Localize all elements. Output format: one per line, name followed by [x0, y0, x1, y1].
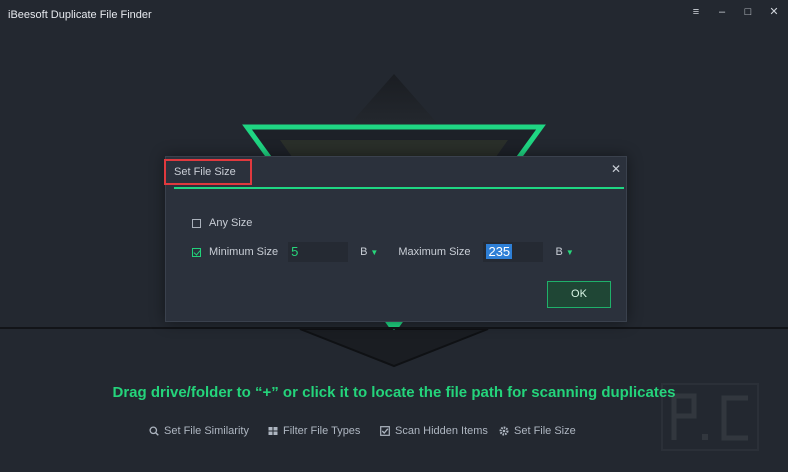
filter-file-types-button[interactable]: Filter File Types — [268, 425, 360, 437]
max-unit-select[interactable]: B ▼ — [555, 246, 573, 258]
max-unit-value: B — [555, 246, 563, 258]
divider — [0, 327, 788, 329]
size-range-row: Minimum Size 5 B ▼ Maximum Size 235 B ▼ — [192, 242, 574, 262]
any-size-label: Any Size — [209, 217, 253, 229]
min-size-input[interactable]: 5 — [288, 242, 349, 262]
set-file-size-label: Set File Size — [514, 425, 576, 437]
menu-icon[interactable]: ≡ — [690, 5, 702, 19]
min-size-label: Minimum Size — [209, 246, 279, 258]
dialog-title: Set File Size — [164, 159, 252, 185]
dialog-header-line — [174, 187, 624, 189]
max-size-value: 235 — [486, 244, 513, 259]
similarity-icon — [149, 426, 159, 436]
checkbox-icon — [380, 426, 390, 436]
gear-icon — [499, 426, 509, 436]
grid-icon — [268, 426, 278, 436]
dialog-header: Set File Size ✕ — [164, 157, 626, 189]
scan-hidden-items-label: Scan Hidden Items — [395, 425, 488, 437]
any-size-checkbox[interactable] — [192, 218, 201, 228]
min-size-value: 5 — [291, 244, 299, 259]
window-controls: ≡ – □ ✕ — [690, 5, 780, 19]
watermark-logo — [661, 383, 759, 451]
filter-file-types-label: Filter File Types — [283, 425, 361, 437]
close-icon[interactable]: ✕ — [768, 5, 780, 19]
scan-hidden-items-button[interactable]: Scan Hidden Items — [380, 425, 488, 437]
minimize-icon[interactable]: – — [716, 5, 728, 19]
max-size-input[interactable]: 235 — [483, 242, 544, 262]
min-unit-select[interactable]: B ▼ — [360, 246, 378, 258]
ok-button[interactable]: OK — [547, 281, 611, 308]
max-size-label: Maximum Size — [398, 246, 471, 258]
any-size-option[interactable]: Any Size — [192, 216, 252, 230]
set-file-similarity-label: Set File Similarity — [164, 425, 249, 437]
chevron-down-icon: ▼ — [565, 247, 574, 257]
set-file-size-button[interactable]: Set File Size — [499, 425, 576, 437]
app-window: iBeesoft Duplicate File Finder ≡ – □ ✕ S… — [0, 0, 788, 472]
min-unit-value: B — [360, 246, 368, 258]
maximize-icon[interactable]: □ — [742, 5, 754, 19]
dialog-close-icon[interactable]: ✕ — [611, 162, 621, 176]
title-bar: iBeesoft Duplicate File Finder ≡ – □ ✕ — [0, 0, 788, 30]
set-file-size-dialog: Set File Size ✕ Any Size Minimum Size 5 … — [164, 156, 627, 322]
min-size-checkbox[interactable] — [192, 247, 201, 257]
app-title: iBeesoft Duplicate File Finder — [8, 9, 152, 21]
chevron-down-icon: ▼ — [370, 247, 379, 257]
set-file-similarity-button[interactable]: Set File Similarity — [149, 425, 249, 437]
